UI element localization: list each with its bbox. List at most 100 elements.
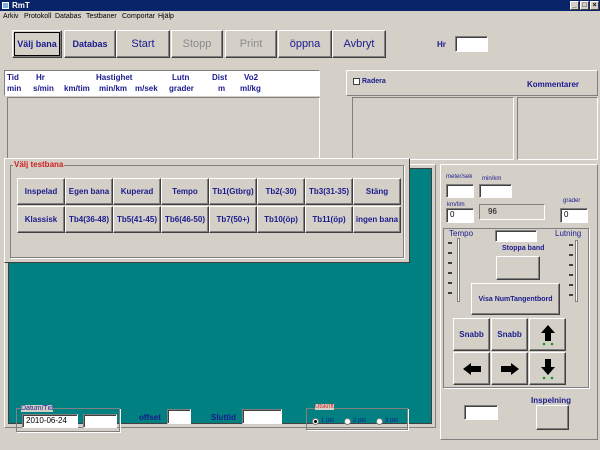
testbana-ingen-bana[interactable]: ingen bana xyxy=(353,206,401,233)
inspelning-value-input[interactable] xyxy=(464,405,498,420)
testbana-tb4[interactable]: Tb4(36-48) xyxy=(65,206,113,233)
grader-input[interactable]: 0 xyxy=(560,208,588,223)
avbryt-button[interactable]: Avbryt xyxy=(332,30,386,58)
comment-box-left[interactable] xyxy=(352,97,514,160)
header-tid: Tid xyxy=(7,73,19,82)
testbana-kuperad[interactable]: Kuperad xyxy=(113,178,161,205)
visa-numtangentbord-button[interactable]: Visa NumTangentbord xyxy=(471,283,560,315)
right-arrow-icon xyxy=(500,362,519,375)
unit-grader: grader xyxy=(169,84,194,93)
menu-bar: Arkiv Protokoll Databas Testbaner Compor… xyxy=(0,11,600,22)
snabb-right-button[interactable]: Snabb xyxy=(491,318,528,351)
start-button[interactable]: Start xyxy=(116,30,170,58)
grid-body[interactable] xyxy=(7,97,320,162)
up-arrow-button[interactable] xyxy=(529,318,566,351)
snabb-left-button[interactable]: Snabb xyxy=(453,318,490,351)
header-hr: Hr xyxy=(36,73,45,82)
stopp-button[interactable]: Stopp xyxy=(171,30,223,58)
offset-input[interactable] xyxy=(167,409,191,424)
testbana-inspelad[interactable]: Inspelad xyxy=(17,178,65,205)
unit-m-sek: m/sek xyxy=(135,84,158,93)
min-km-label: min/km xyxy=(482,176,502,182)
sluttid-label: Sluttid xyxy=(211,413,236,422)
close-button[interactable]: × xyxy=(590,1,599,10)
minimize-button[interactable]: _ xyxy=(570,1,579,10)
testbana-tb3[interactable]: Tb3(31-35) xyxy=(305,178,353,205)
kommentarer-label: Kommentarer xyxy=(527,80,580,89)
testbana-tb10[interactable]: Tb10(öp) xyxy=(257,206,305,233)
unit-min-km: min/km xyxy=(99,84,128,93)
testbana-stang[interactable]: Stäng xyxy=(353,178,401,205)
app-icon xyxy=(2,2,9,9)
utskrift-option-1: 1 pkt xyxy=(321,418,335,424)
menu-testbaner[interactable]: Testbaner xyxy=(86,12,117,21)
utskrift-label: Utskrift xyxy=(315,404,334,410)
tempo-slider[interactable] xyxy=(457,238,460,302)
testbana-klassisk[interactable]: Klassisk xyxy=(17,206,65,233)
testbana-tb7[interactable]: Tb7(50+) xyxy=(209,206,257,233)
meter-sek-label: meter/sek xyxy=(446,174,473,180)
offset-label: offset xyxy=(139,413,161,422)
valj-bana-button[interactable]: Välj bana xyxy=(12,30,62,58)
down-arrow-button[interactable] xyxy=(529,352,566,385)
testbana-tb6[interactable]: Tb6(46-50) xyxy=(161,206,209,233)
down-arrow-icon xyxy=(540,358,555,379)
radera-checkbox[interactable] xyxy=(353,78,360,85)
unit-s-min: s/min xyxy=(33,84,54,93)
min-km-input[interactable] xyxy=(479,184,512,198)
testbana-tb11[interactable]: Tb11(öp) xyxy=(305,206,353,233)
speed-display: 96 xyxy=(479,204,545,220)
utskrift-radio-1[interactable] xyxy=(312,418,319,425)
inspelning-button[interactable] xyxy=(536,405,569,430)
testbana-egen-bana[interactable]: Egen bana xyxy=(65,178,113,205)
stoppa-band-button[interactable] xyxy=(496,256,540,280)
menu-hjalp[interactable]: Hjälp xyxy=(158,12,174,21)
lutning-label: Lutning xyxy=(555,229,582,238)
utskrift-option-3: 3 pkt xyxy=(385,418,399,424)
menu-databas[interactable]: Databas xyxy=(55,12,81,21)
menu-arkiv[interactable]: Arkiv xyxy=(3,12,19,21)
left-arrow-icon xyxy=(462,362,481,375)
inspelning-label: Inspelning xyxy=(531,396,571,405)
utskrift-option-2: 2 pkt xyxy=(353,418,367,424)
meter-sek-input[interactable] xyxy=(446,184,474,198)
datum-input[interactable]: 2010-06-24 xyxy=(22,414,78,428)
lutning-slider[interactable] xyxy=(575,240,578,302)
right-arrow-button[interactable] xyxy=(491,352,528,385)
testbana-tempo[interactable]: Tempo xyxy=(161,178,209,205)
utskrift-radio-2[interactable] xyxy=(344,418,351,425)
unit-m: m xyxy=(218,84,226,93)
sluttid-input[interactable] xyxy=(242,409,282,424)
tempo-label: Tempo xyxy=(449,229,474,238)
menu-comportar[interactable]: Comportar xyxy=(122,12,155,21)
testbana-title: Välj testbana xyxy=(13,160,65,169)
left-arrow-button[interactable] xyxy=(453,352,490,385)
oppna-button[interactable]: öppna xyxy=(278,30,332,58)
header-lutn: Lutn xyxy=(172,73,190,82)
hr-input[interactable] xyxy=(455,36,488,52)
unit-km-tim: km/tim xyxy=(64,84,90,93)
hr-label: Hr xyxy=(437,40,446,49)
menu-protokoll[interactable]: Protokoll xyxy=(24,12,51,21)
databas-button[interactable]: Databas xyxy=(64,30,116,58)
testbana-tb2[interactable]: Tb2(-30) xyxy=(257,178,305,205)
header-hastighet: Hastighet xyxy=(96,73,133,82)
tempo-input[interactable] xyxy=(495,230,537,242)
datum-label: Datum/Tid xyxy=(21,405,54,412)
unit-min: min xyxy=(7,84,22,93)
tid-input[interactable] xyxy=(83,414,117,428)
window-title: RmT xyxy=(12,1,30,10)
up-arrow-icon xyxy=(540,324,555,345)
print-button[interactable]: Print xyxy=(225,30,277,58)
testbana-tb5[interactable]: Tb5(41-45) xyxy=(113,206,161,233)
utskrift-radio-3[interactable] xyxy=(376,418,383,425)
maximize-button[interactable]: □ xyxy=(580,1,589,10)
comment-box-right[interactable] xyxy=(517,97,598,160)
title-bar: RmT _ □ × xyxy=(0,0,600,11)
testbana-popup: Välj testbana Inspelad Egen bana Kuperad… xyxy=(4,158,410,263)
header-vo2: Vo2 xyxy=(244,73,259,82)
testbana-tb1[interactable]: Tb1(Gtbrg) xyxy=(209,178,257,205)
unit-ml-kg: ml/kg xyxy=(240,84,261,93)
radera-label: Radera xyxy=(362,78,386,85)
km-tim-input[interactable]: 0 xyxy=(446,208,474,223)
